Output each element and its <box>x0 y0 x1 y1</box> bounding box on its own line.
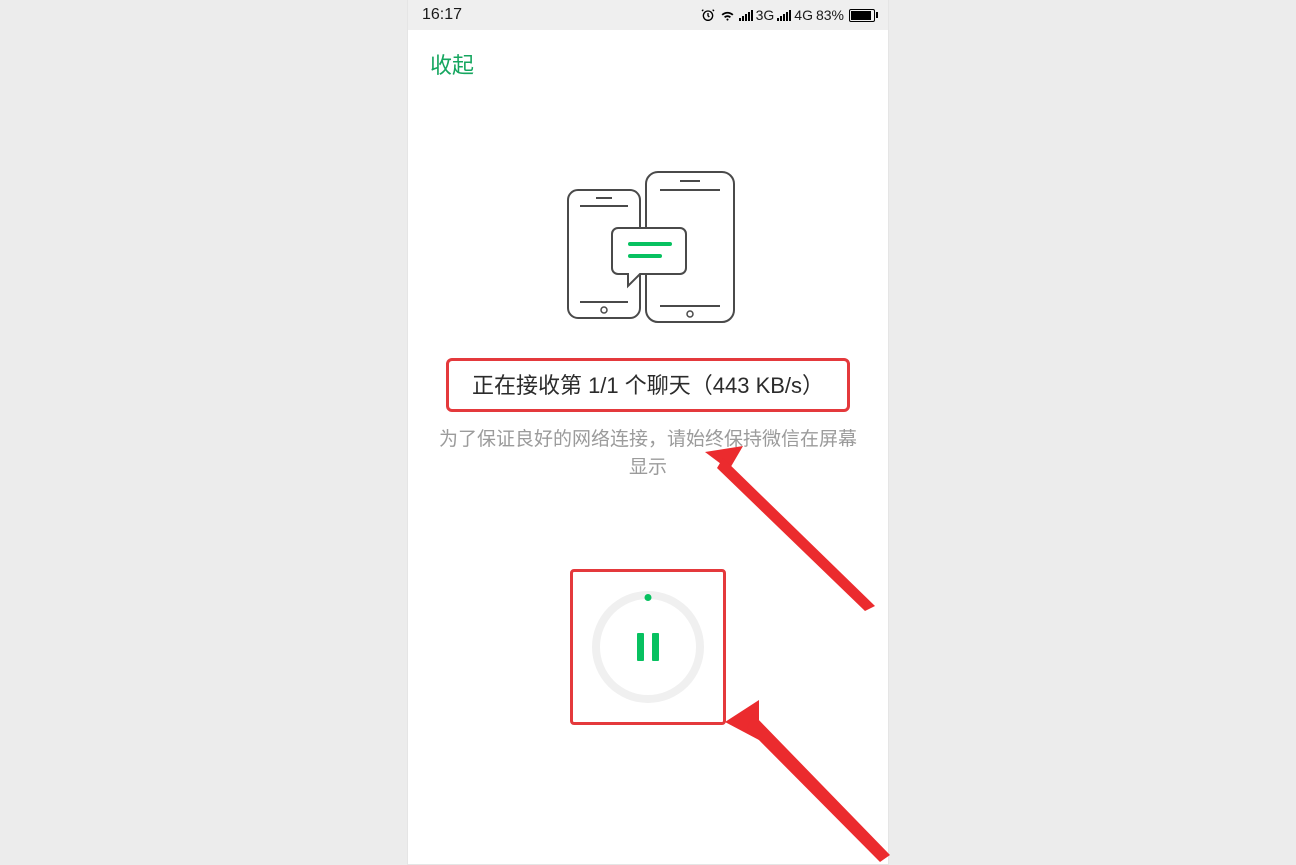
collapse-button[interactable]: 收起 <box>408 30 888 88</box>
pause-icon <box>637 633 659 661</box>
alarm-icon <box>700 7 716 23</box>
net-4g-label: 4G <box>794 7 813 23</box>
pause-annotation-box <box>570 569 726 725</box>
status-box-wrap: 正在接收第 1/1 个聊天（443 KB/s） <box>446 358 850 412</box>
battery-icon <box>849 9 878 22</box>
status-bar: 16:17 3G <box>408 0 888 30</box>
status-time: 16:17 <box>418 6 462 24</box>
status-right: 3G 4G 83% <box>700 7 878 23</box>
pause-button[interactable] <box>600 599 696 695</box>
battery-pct: 83% <box>816 7 844 23</box>
transfer-status-text: 正在接收第 1/1 个聊天（443 KB/s） <box>472 373 824 398</box>
transfer-illustration <box>408 166 888 336</box>
phones-transfer-icon <box>538 166 758 336</box>
wifi-icon <box>719 8 736 22</box>
transfer-status-box: 正在接收第 1/1 个聊天（443 KB/s） <box>446 358 850 412</box>
net-3g-label: 3G <box>756 7 775 23</box>
progress-dot-icon <box>645 594 652 601</box>
signal-3g-icon <box>739 9 753 21</box>
phone-screen: 16:17 3G <box>408 0 888 864</box>
signal-4g-icon <box>777 9 791 21</box>
tip-text: 为了保证良好的网络连接，请始终保持微信在屏幕显示 <box>408 426 888 483</box>
